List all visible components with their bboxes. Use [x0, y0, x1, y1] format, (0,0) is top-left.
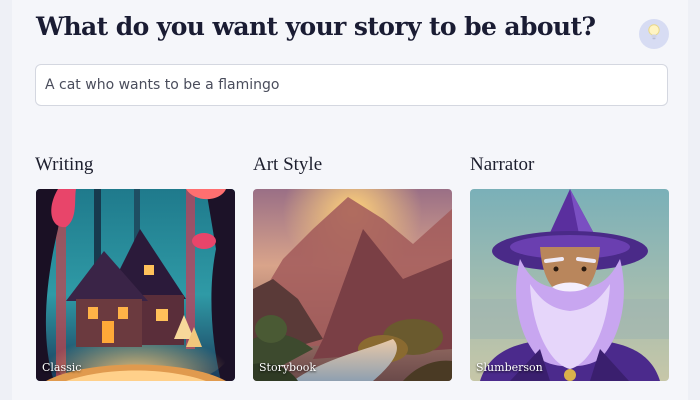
story-topic-field[interactable]: [35, 64, 668, 106]
idea-button[interactable]: [639, 19, 669, 49]
page-title: What do you want your story to be about?: [36, 12, 596, 41]
section-label-writing: Writing: [35, 154, 94, 175]
writing-option-card[interactable]: Classic: [36, 189, 235, 381]
cottage-illustration: [36, 189, 235, 381]
writing-caption: Classic: [42, 361, 82, 374]
story-topic-input[interactable]: [36, 77, 667, 93]
section-label-art-style: Art Style: [253, 154, 323, 175]
art-style-option-card[interactable]: Storybook: [253, 189, 452, 381]
narrator-caption: Slumberson: [476, 361, 543, 374]
narrator-option-card[interactable]: Slumberson: [470, 189, 669, 381]
section-label-narrator: Narrator: [470, 154, 535, 175]
wizard-portrait: [470, 189, 669, 381]
art-style-caption: Storybook: [259, 361, 317, 374]
lightbulb-icon: [646, 23, 662, 46]
mountain-river-illustration: [253, 189, 452, 381]
